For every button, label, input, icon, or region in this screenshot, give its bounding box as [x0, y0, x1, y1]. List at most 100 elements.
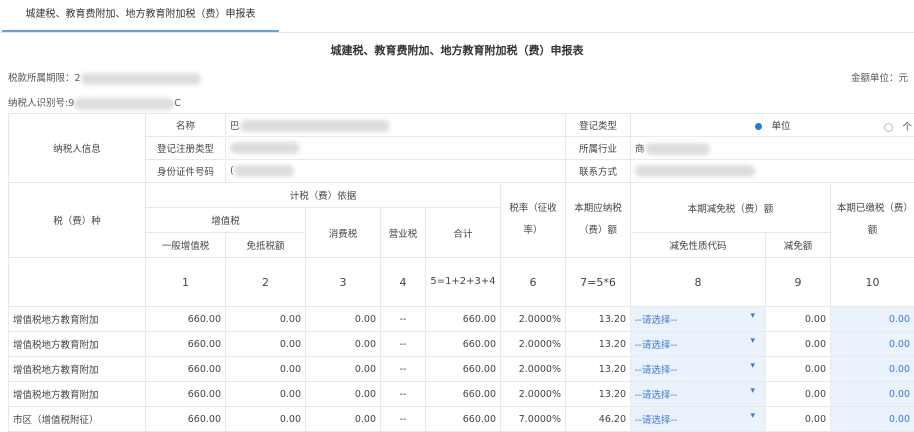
vat-exempt-cell-text: 0.00	[280, 389, 301, 400]
consumption-cell-text: 0.00	[355, 364, 376, 375]
contact-label: 联系方式	[566, 160, 631, 183]
reg-category-label: 登记类型	[566, 114, 631, 137]
rate-cell-text: 2.0000%	[519, 314, 561, 325]
reduction-code-select[interactable]: --请选择-- ▾	[631, 382, 766, 407]
payable-cell-text: 46.20	[599, 414, 626, 425]
col-number: 5=1+2+3+4	[426, 258, 501, 307]
tax-type-cell: 增值税地方教育附加	[9, 357, 146, 382]
reduction-code-select[interactable]: --请选择--▾	[631, 357, 766, 382]
industry-label: 所属行业	[566, 137, 631, 160]
column-number-row: 1 2 3 4 5=1+2+3+4 6 7=5*6 8 9 10	[9, 258, 914, 307]
tax-type-cell-text: 市区（增值税附征）	[13, 415, 99, 426]
vat-general-cell-text: 660.00	[188, 314, 221, 325]
consumption-cell: 0.00	[306, 407, 381, 432]
vat-exempt-cell: 0.00	[226, 382, 306, 407]
tax-type-cell-text: 增值税地方教育附加	[13, 390, 99, 401]
dropdown-arrow-icon: ▾	[750, 311, 755, 321]
dropdown-arrow-icon: ▾	[750, 386, 755, 396]
reduction-amount-cell-text: 0.00	[805, 364, 826, 375]
payable-cell-text: 13.20	[599, 364, 626, 375]
reduction-code-select-text: --请选择--	[635, 315, 677, 326]
vat-exempt-cell: 0.00	[226, 307, 306, 332]
payable-cell-text: 13.20	[599, 314, 626, 325]
redacted	[81, 73, 201, 85]
rate-cell-text: 2.0000%	[519, 339, 561, 350]
total-cell: 660.00	[426, 332, 501, 357]
reduction-code-select[interactable]: --请选择--▾	[631, 407, 766, 432]
vat-general-cell-text: 660.00	[188, 414, 221, 425]
reduction-code-select-text: --请选择--	[635, 390, 677, 401]
amount-unit: 金额单位：元	[851, 70, 908, 84]
tab-bar: 城建税、教育费附加、地方教育附加税（费）申报表	[0, 0, 914, 33]
reduction-amount-cell-text: 0.00	[805, 339, 826, 350]
paid-input[interactable]: 0.00	[831, 407, 914, 432]
rate-cell: 2.0000%	[501, 307, 566, 332]
table-row: 增值税地方教育附加660.000.000.00--660.002.0000%13…	[9, 307, 914, 332]
col-number: 4	[381, 258, 426, 307]
reduction-code-select-text: --请选择--	[635, 340, 677, 351]
redacted	[645, 143, 710, 155]
vat-general-cell: 660.00	[146, 332, 226, 357]
payable-cell-text: 13.20	[599, 389, 626, 400]
tax-type-cell: 增值税地方教育附加	[9, 307, 146, 332]
payable-cell: 46.20	[566, 407, 631, 432]
tax-type-cell-text: 增值税地方教育附加	[13, 365, 99, 376]
reduction-amount-cell-text: 0.00	[805, 389, 826, 400]
radio-unit[interactable]: 单位	[755, 121, 791, 132]
reduction-code-select[interactable]: --请选择-- ▾	[631, 307, 766, 332]
col-vat: 增值税	[146, 208, 306, 233]
paid-input[interactable]: 0.00	[831, 357, 914, 382]
col-number: 10	[831, 258, 914, 307]
consumption-cell-text: 0.00	[355, 414, 376, 425]
page-title: 城建税、教育费附加、地方教育附加税（费）申报表	[0, 42, 914, 58]
redacted	[234, 165, 294, 177]
total-cell-text: 660.00	[463, 389, 496, 400]
paid-input[interactable]: 0.00	[831, 382, 914, 407]
tab-tax-declaration[interactable]: 城建税、教育费附加、地方教育附加税（费）申报表	[2, 0, 279, 32]
table-row: 市区（增值税附征）660.000.000.00--660.007.0000%46…	[9, 407, 914, 432]
total-cell-text: 660.00	[463, 339, 496, 350]
taxpayer-info-label: 纳税人信息	[9, 114, 146, 183]
table-row: 增值税地方教育附加660.000.000.00--660.002.0000%13…	[9, 332, 914, 357]
reduction-code-select[interactable]: --请选择--▾	[631, 332, 766, 357]
declaration-table: 纳税人信息 名称 巴 登记类型 单位 个 登记注册类型 所属行业 商 身份证件号…	[8, 113, 914, 432]
col-vat-exempt: 免抵税额	[226, 233, 306, 258]
taxpayer-id-label: 纳税人识别号:	[8, 98, 68, 109]
rate-cell-text: 2.0000%	[519, 364, 561, 375]
vat-general-cell: 660.00	[146, 307, 226, 332]
consumption-cell: 0.00	[306, 357, 381, 382]
reg-type-label: 登记注册类型	[146, 137, 226, 160]
vat-general-cell-text: 660.00	[188, 339, 221, 350]
col-number: 1	[146, 258, 226, 307]
paid-input[interactable]: 0.00	[831, 332, 914, 357]
redacted	[635, 165, 755, 177]
consumption-cell: 0.00	[306, 382, 381, 407]
vat-exempt-cell: 0.00	[226, 407, 306, 432]
taxpayer-id-value-end: C	[174, 98, 181, 109]
vat-general-cell: 660.00	[146, 357, 226, 382]
tax-type-cell-text: 增值税地方教育附加	[13, 315, 99, 326]
reg-category-radios: 单位 个	[631, 114, 914, 137]
tax-period: 税款所属期限：2	[8, 70, 201, 85]
reduction-amount-cell-text: 0.00	[805, 314, 826, 325]
vat-exempt-cell-text: 0.00	[280, 314, 301, 325]
col-rate: 税率（征收率）	[501, 183, 566, 258]
col-reduction-code: 减免性质代码	[631, 233, 766, 258]
col-total: 合计	[426, 208, 501, 258]
rate-cell-text: 7.0000%	[519, 414, 561, 425]
id-value: (	[226, 160, 566, 183]
tax-period-label: 税款所属期限：	[8, 73, 75, 84]
radio-individual-label: 个	[903, 122, 913, 133]
vat-exempt-cell-text: 0.00	[280, 414, 301, 425]
paid-input[interactable]: 0.00	[831, 307, 914, 332]
tax-type-cell: 市区（增值税附征）	[9, 407, 146, 432]
business-cell-text: --	[400, 389, 407, 400]
col-number: 9	[766, 258, 831, 307]
table-row: 增值税地方教育附加660.000.000.00--660.002.0000%13…	[9, 357, 914, 382]
vat-general-cell: 660.00	[146, 382, 226, 407]
col-paid: 本期已缴税（费）额	[831, 183, 914, 258]
paid-input-text: 0.00	[889, 314, 910, 325]
radio-individual[interactable]: 个	[884, 119, 913, 133]
payable-cell: 13.20	[566, 382, 631, 407]
business-cell-text: --	[400, 364, 407, 375]
